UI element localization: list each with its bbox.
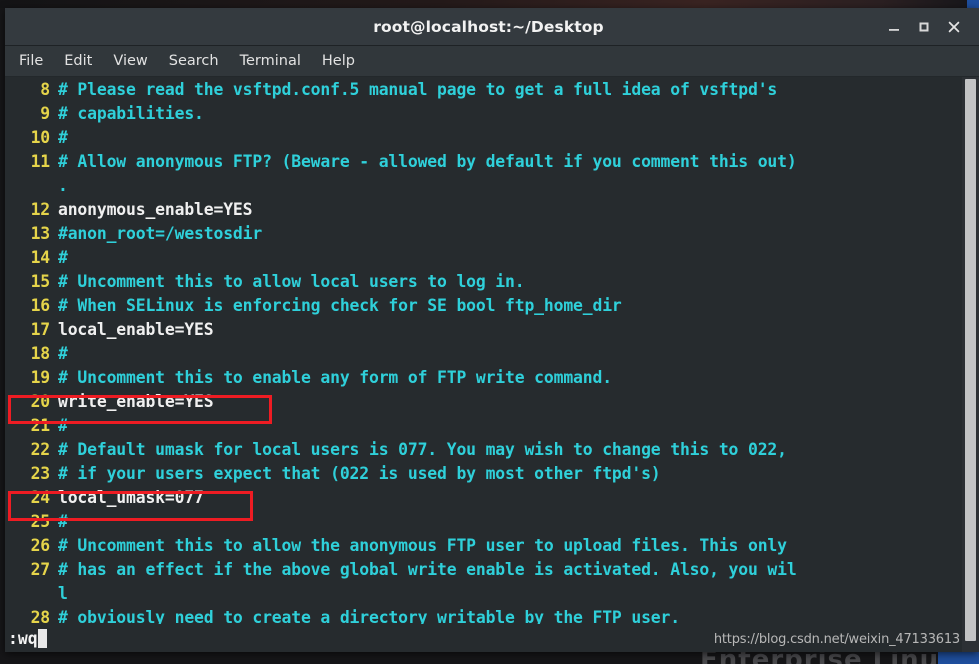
- close-icon[interactable]: [946, 19, 962, 35]
- menu-item-help[interactable]: Help: [320, 52, 357, 70]
- line-text: l: [58, 584, 68, 603]
- line-number: 22: [30, 440, 51, 459]
- line-number: 19: [30, 368, 51, 387]
- watermark-url: https://blog.csdn.net/weixin_47133613: [713, 632, 960, 647]
- line-text: # Uncomment this to allow local users to…: [58, 272, 525, 291]
- line-number: 11: [30, 152, 51, 171]
- editor-line: 24 local_umask=077: [5, 488, 962, 512]
- text-cursor: [37, 628, 47, 648]
- menu-item-search[interactable]: Search: [167, 52, 221, 70]
- editor-line: 16 # When SELinux is enforcing check for …: [5, 296, 962, 320]
- editor-line: 19 # Uncomment this to enable any form of…: [5, 368, 962, 392]
- line-number: 14: [30, 248, 51, 267]
- line-number: 24: [30, 488, 51, 507]
- terminal-body[interactable]: 8 # Please read the vsftpd.conf.5 manual …: [5, 77, 979, 652]
- line-number: 25: [30, 512, 51, 531]
- menu-item-edit[interactable]: Edit: [62, 52, 94, 70]
- line-text: #: [58, 512, 68, 531]
- line-number: 20: [30, 392, 51, 411]
- menu-item-view[interactable]: View: [111, 52, 149, 70]
- line-text: #: [58, 128, 68, 147]
- editor-line: 27 # has an effect if the above global wr…: [5, 560, 962, 584]
- line-text: # Please read the vsftpd.conf.5 manual p…: [58, 80, 778, 99]
- title-bar: root@localhost:~/Desktop: [5, 8, 979, 46]
- line-number: 21: [30, 416, 51, 435]
- line-text: # Default umask for local users is 077. …: [58, 440, 787, 459]
- line-text: # if your users expect that (022 is used…: [58, 464, 661, 483]
- editor-line: 8 # Please read the vsftpd.conf.5 manual …: [5, 80, 962, 104]
- line-number: 18: [30, 344, 51, 363]
- line-text: .: [58, 176, 68, 195]
- editor-line: 21 #: [5, 416, 962, 440]
- line-text: # Uncomment this to allow the anonymous …: [58, 536, 787, 555]
- line-text: # has an effect if the above global writ…: [58, 560, 797, 579]
- editor-line: 28 # obviously need to create a directory…: [5, 608, 962, 624]
- vim-editor-pane[interactable]: 8 # Please read the vsftpd.conf.5 manual …: [5, 77, 962, 624]
- menu-bar: File Edit View Search Terminal Help: [5, 46, 979, 77]
- line-number: 23: [30, 464, 51, 483]
- minimize-icon[interactable]: [886, 19, 902, 35]
- editor-line: 13 #anon_root=/westosdir: [5, 224, 962, 248]
- line-number: 13: [30, 224, 51, 243]
- editor-line: 14 #: [5, 248, 962, 272]
- line-text: #: [58, 248, 68, 267]
- line-text: #: [58, 416, 68, 435]
- line-text: local_enable=YES: [58, 320, 214, 339]
- editor-line: 26 # Uncomment this to allow the anonymou…: [5, 536, 962, 560]
- line-text: #anon_root=/westosdir: [58, 224, 263, 243]
- line-text: # obviously need to create a directory w…: [58, 608, 680, 624]
- line-text: local_umask=077: [58, 488, 204, 507]
- line-text: # When SELinux is enforcing check for SE…: [58, 296, 622, 315]
- line-number: 28: [30, 608, 51, 624]
- line-number: 17: [30, 320, 51, 339]
- editor-line: 22 # Default umask for local users is 077…: [5, 440, 962, 464]
- window-title: root@localhost:~/Desktop: [373, 17, 604, 36]
- line-text: # Uncomment this to enable any form of F…: [58, 368, 612, 387]
- menu-item-file[interactable]: File: [17, 52, 45, 70]
- scrollbar-track[interactable]: [962, 77, 979, 652]
- maximize-icon[interactable]: [916, 19, 932, 35]
- editor-line: 25 #: [5, 512, 962, 536]
- editor-line: 17 local_enable=YES: [5, 320, 962, 344]
- line-number: 26: [30, 536, 51, 555]
- menu-item-terminal[interactable]: Terminal: [238, 52, 303, 70]
- editor-line: 11 # Allow anonymous FTP? (Beware - allow…: [5, 152, 962, 176]
- desktop-top-strip: [0, 0, 979, 8]
- taskbar-chip: [938, 652, 979, 664]
- editor-line: l: [5, 584, 962, 608]
- vim-command-text: :wq: [8, 628, 38, 648]
- line-number: 8: [40, 80, 50, 99]
- line-text: anonymous_enable=YES: [58, 200, 253, 219]
- desktop-background: Enterprise Linux root@localhost:~/Deskto…: [0, 0, 979, 664]
- terminal-window: root@localhost:~/Desktop File Edit View …: [5, 8, 979, 652]
- scrollbar-thumb[interactable]: [965, 79, 976, 641]
- line-text: #: [58, 344, 68, 363]
- window-controls: [886, 19, 979, 35]
- editor-line: 9 # capabilities.: [5, 104, 962, 128]
- line-text: write_enable=YES: [58, 392, 214, 411]
- editor-line: 15 # Uncomment this to allow local users …: [5, 272, 962, 296]
- editor-line: 18 #: [5, 344, 962, 368]
- editor-line: 23 # if your users expect that (022 is us…: [5, 464, 962, 488]
- editor-line: 10 #: [5, 128, 962, 152]
- line-number: 9: [40, 104, 50, 123]
- line-text: # capabilities.: [58, 104, 204, 123]
- line-number: 15: [30, 272, 51, 291]
- line-number: 27: [30, 560, 51, 579]
- line-number: 12: [30, 200, 51, 219]
- editor-line: 20 write_enable=YES: [5, 392, 962, 416]
- line-number: 10: [30, 128, 51, 147]
- line-text: # Allow anonymous FTP? (Beware - allowed…: [58, 152, 797, 171]
- line-number: 16: [30, 296, 51, 315]
- editor-line: .: [5, 176, 962, 200]
- editor-line: 12 anonymous_enable=YES: [5, 200, 962, 224]
